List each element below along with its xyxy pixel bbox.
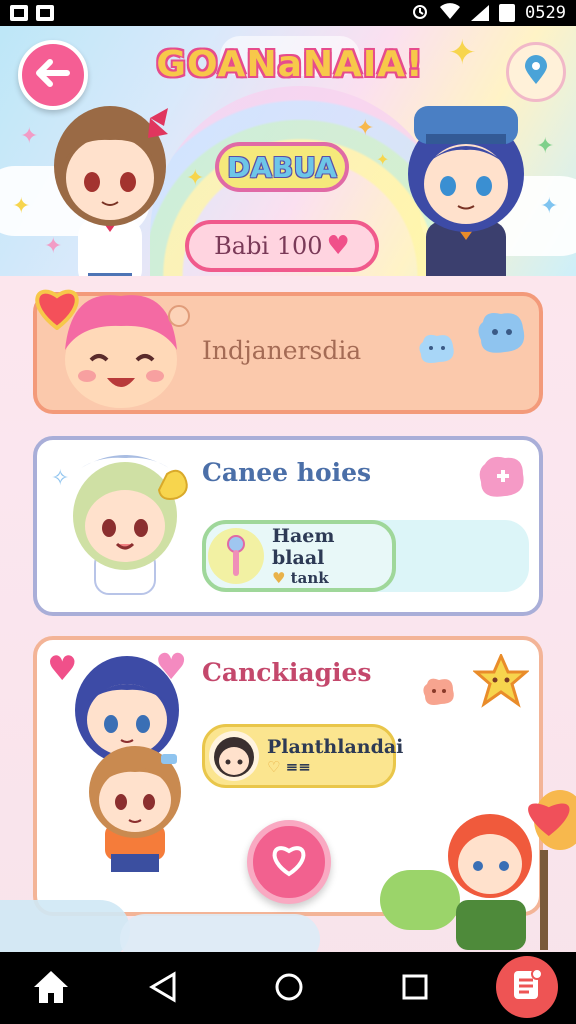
notification-icon <box>10 5 28 21</box>
star-icon: ✦ <box>20 124 39 149</box>
header-pill-label: Babi 100 <box>214 232 323 260</box>
back-nav-button[interactable] <box>138 964 188 1014</box>
cloud-sticker-icon <box>421 676 457 712</box>
star-icon: ✦ <box>540 194 559 219</box>
status-bar: 0529 <box>0 0 576 26</box>
list-menu-icon <box>511 968 543 1006</box>
header-pill-button[interactable]: Babi 100 ♥ <box>185 220 379 272</box>
alarm-icon <box>411 2 429 25</box>
category-card-1[interactable]: Indjanersdia <box>33 289 543 414</box>
square-recents-icon <box>400 972 430 1006</box>
image-notification-icon <box>36 5 54 21</box>
home-nav-button[interactable] <box>26 964 76 1014</box>
heart-icon <box>270 843 308 881</box>
battery-icon <box>499 4 516 22</box>
star-icon: ✦ <box>376 150 390 169</box>
star-icon: ✦ <box>12 194 31 219</box>
map-pin-icon <box>523 55 549 89</box>
card-2-pill[interactable]: Haem blaal ♥ tank <box>202 520 396 592</box>
cloud-sticker-icon <box>475 310 529 362</box>
card-3-pill-line2: ≡≡ <box>285 758 311 776</box>
cloud-sticker-icon <box>417 332 457 370</box>
recents-nav-button[interactable] <box>390 964 440 1014</box>
app-title: GOANaNAIA! <box>156 44 424 85</box>
star-icon: ✦ <box>356 116 375 141</box>
star-icon: ✦ <box>536 134 555 159</box>
home-icon <box>31 968 71 1010</box>
card-3-pill-line1: Planthlandai <box>267 736 404 758</box>
wand-icon <box>208 528 264 584</box>
star-icon: ✦ <box>186 166 205 191</box>
home-circle-nav-button[interactable] <box>264 964 314 1014</box>
star-icon: ✦ <box>44 234 63 259</box>
star-sticker-icon <box>471 652 531 712</box>
menu-button[interactable] <box>496 956 558 1018</box>
chibi-mini-avatar <box>209 731 259 781</box>
card-3-pill[interactable]: Planthlandai ♡ ≡≡ <box>202 724 403 788</box>
wifi-icon <box>439 2 461 25</box>
map-button[interactable] <box>506 42 566 102</box>
chibi-red-hair-corner <box>380 790 576 954</box>
circle-home-icon <box>273 971 305 1007</box>
chibi-boy-right <box>386 86 546 276</box>
card-3-title: Canckiagies <box>202 658 372 687</box>
heart-icon: ♥ <box>326 231 350 261</box>
chibi-green-hair-avatar <box>51 446 201 610</box>
card-2-pill-line2: tank <box>290 569 329 587</box>
card-2-pill-line1: Haem blaal <box>272 525 335 569</box>
chibi-pink-avatar <box>51 288 191 416</box>
back-button[interactable] <box>18 40 88 110</box>
subtitle-badge: DABUA <box>215 142 349 192</box>
category-card-2[interactable]: ✧ Canee hoies Haem blaal ♥ tank <box>33 436 543 616</box>
card-1-title: Indjanersdia <box>202 336 362 365</box>
triangle-back-icon <box>148 971 178 1007</box>
heart-icon: ♥ <box>272 569 291 587</box>
signal-icon <box>471 5 490 21</box>
chibi-orange-hair-avatar <box>65 736 205 880</box>
clock-time: 0529 <box>525 3 566 23</box>
navigation-bar <box>0 952 576 1024</box>
plus-sticker-icon <box>477 454 527 504</box>
card-2-title: Canee hoies <box>202 458 372 487</box>
arrow-left-icon <box>36 58 70 92</box>
star-icon: ✦ <box>448 33 477 73</box>
heart-icon: ♡ <box>267 758 286 776</box>
